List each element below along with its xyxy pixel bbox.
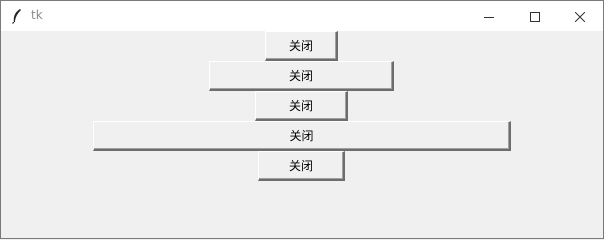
close-button-5[interactable]: 关闭: [258, 151, 345, 181]
close-button-1[interactable]: 关闭: [265, 31, 338, 61]
maximize-button[interactable]: [512, 1, 558, 31]
window-title: tk: [31, 8, 43, 22]
close-button-4[interactable]: 关闭: [93, 121, 511, 151]
tk-window: tk 关闭 关闭 关闭 关闭 关闭: [0, 0, 604, 239]
close-button-3[interactable]: 关闭: [255, 91, 348, 121]
close-button-2[interactable]: 关闭: [209, 61, 394, 91]
title-bar[interactable]: tk: [1, 1, 603, 31]
maximize-icon: [530, 7, 540, 26]
close-button[interactable]: [557, 1, 603, 31]
feather-icon: [10, 8, 24, 24]
window-content: 关闭 关闭 关闭 关闭 关闭: [1, 31, 603, 238]
minimize-icon: [484, 7, 494, 26]
close-icon: [574, 7, 586, 26]
minimize-button[interactable]: [466, 1, 512, 31]
